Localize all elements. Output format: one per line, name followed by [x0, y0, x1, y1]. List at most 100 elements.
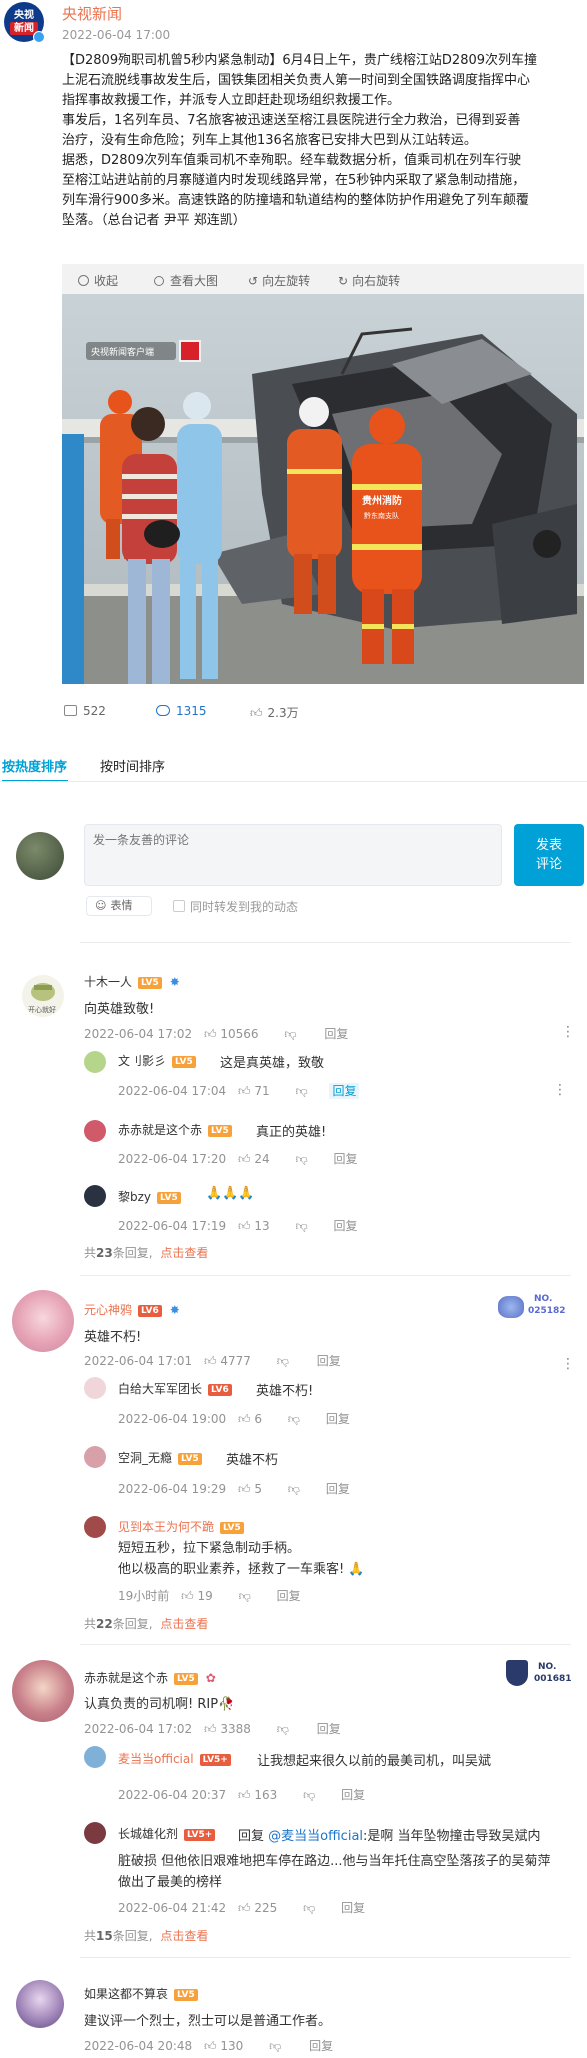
like-button[interactable]: 👍︎ 163 [238, 1788, 285, 1802]
gift-icon: ✿ [205, 1671, 216, 1685]
reply-avatar[interactable] [84, 1746, 106, 1768]
reply-avatar[interactable] [84, 1051, 106, 1073]
reply-avatar[interactable] [84, 1185, 106, 1207]
like-button[interactable]: 👍︎ 130 [204, 2039, 251, 2053]
reply-avatar[interactable] [84, 1446, 106, 1468]
reply-button[interactable]: 回复 [324, 1027, 348, 1041]
post-line: 【D2809殉职司机曾5秒内紧急制动】6月4日上午，贵广线榕江站D2809次列车… [62, 53, 538, 68]
mention-link[interactable]: @麦当当official [268, 1829, 363, 1844]
dislike-button[interactable]: 👎︎ [295, 1152, 307, 1166]
dislike-button[interactable]: 👎︎ [277, 1722, 289, 1736]
dislike-button[interactable]: 👎︎ [288, 1482, 300, 1496]
repost-checkbox[interactable] [173, 900, 185, 912]
composer-divider [80, 942, 571, 943]
commenter-name[interactable]: 元心神鸦 LV6 ✸ [84, 1301, 180, 1318]
like-button[interactable]: 👍︎ 5 [238, 1482, 270, 1496]
reply-avatar[interactable] [84, 1120, 106, 1142]
reply-button[interactable]: 回复 [309, 2039, 333, 2053]
reply-button[interactable]: 回复 [329, 1083, 360, 1099]
collapse-button[interactable]: 收起 [78, 272, 118, 289]
comment-text: 认真负责的司机啊! RIP🥀 [84, 1697, 235, 1712]
post-time: 2022-06-04 17:00 [62, 28, 171, 42]
commenter-name[interactable]: 十木一人 LV5 ✸ [84, 973, 180, 990]
level-badge: LV6 [138, 1304, 162, 1317]
commenter-avatar[interactable] [12, 1290, 74, 1352]
reply-name[interactable]: 白给大军军团长 LV6 [118, 1380, 232, 1397]
like-button[interactable]: 👍︎ 6 [238, 1412, 270, 1426]
dislike-button[interactable]: 👎︎ [295, 1219, 307, 1233]
reply-button[interactable]: 回复 [326, 1412, 350, 1426]
like-button[interactable]: 👍︎ 10566 [204, 1027, 267, 1041]
author-name[interactable]: 央视新闻 [62, 3, 122, 24]
reply-avatar[interactable] [84, 1516, 106, 1538]
reply-button[interactable]: 回复 [341, 1901, 365, 1915]
like-button[interactable]: 👍︎ 3388 [204, 1722, 259, 1736]
reply-text: 英雄不朽 [226, 1453, 279, 1468]
like-button[interactable]: 👍︎ 24 [238, 1152, 278, 1166]
dislike-button[interactable]: 👎︎ [269, 2039, 281, 2053]
vest-text: 贵州消防 [362, 494, 402, 507]
view-more-link[interactable]: 点击查看 [160, 1246, 208, 1260]
tab-hot[interactable]: 按热度排序 [2, 756, 67, 775]
reply-button[interactable]: 回复 [317, 1354, 341, 1368]
like-button[interactable]: 👍︎ 2.3万 [250, 704, 299, 721]
reply-button[interactable]: 回复 [277, 1589, 301, 1603]
reply-avatar[interactable] [84, 1822, 106, 1844]
dislike-button[interactable]: 👎︎ [303, 1901, 315, 1915]
commenter-avatar[interactable]: 开心就好 [22, 975, 64, 1017]
comment-text: 建议评一个烈士，烈士可以是普通工作者。 [84, 2014, 332, 2029]
view-large-button[interactable]: 查看大图 [154, 272, 218, 289]
reply-text: 这是真英雄，致敬 [220, 1056, 325, 1071]
emoji-button[interactable]: ☺ 表情 [86, 896, 152, 916]
reply-name[interactable]: 空洞_无瘾 LV5 [118, 1449, 202, 1466]
reply-button[interactable]: 回复 [326, 1482, 350, 1496]
reply-button[interactable]: 回复 [333, 1219, 357, 1233]
current-user-avatar[interactable] [16, 832, 64, 880]
view-more-link[interactable]: 点击查看 [160, 1929, 208, 1943]
like-button[interactable]: 👍︎ 225 [238, 1901, 285, 1915]
reply-name[interactable]: 长城雄化剂 LV5+ [118, 1825, 216, 1842]
rotate-right-button[interactable]: ↻ 向右旋转 [338, 272, 400, 289]
reply-name[interactable]: 黎bzy LV5 [118, 1188, 181, 1205]
commenter-name[interactable]: 赤赤就是这个赤 LV5 ✿ [84, 1669, 216, 1686]
post-image[interactable]: 央视新闻客户端 贵州消防 黔东南支队 [62, 294, 584, 684]
repost-button[interactable]: 522 [64, 704, 106, 718]
commenter-avatar[interactable] [12, 1660, 74, 1722]
more-options-icon[interactable]: ⋮ [561, 1025, 575, 1039]
reply-name[interactable]: 文刂影彡 LV5 [118, 1052, 196, 1069]
dislike-button[interactable]: 👎︎ [277, 1354, 289, 1368]
dislike-button[interactable]: 👎︎ [295, 1084, 307, 1098]
rotate-left-button[interactable]: ↺ 向左旋转 [248, 272, 310, 289]
like-button[interactable]: 👍︎ 4777 [204, 1354, 259, 1368]
dislike-button[interactable]: 👎︎ [284, 1027, 296, 1041]
like-button[interactable]: 👍︎ 13 [238, 1219, 278, 1233]
more-options-icon[interactable]: ⋮ [561, 1357, 575, 1371]
reply-button[interactable]: 回复 [333, 1152, 357, 1166]
reply-name[interactable]: 见到本王为何不跪 LV5 [118, 1518, 244, 1535]
dislike-button[interactable]: 👎︎ [239, 1589, 251, 1603]
reply-button[interactable]: 回复 [341, 1788, 365, 1802]
comment-input[interactable] [84, 824, 502, 886]
view-more-link[interactable]: 点击查看 [160, 1617, 208, 1631]
reply-button[interactable]: 回复 [317, 1722, 341, 1736]
comment-count-button[interactable]: 1315 [156, 704, 207, 718]
like-button[interactable]: 👍︎ 19 [181, 1589, 221, 1603]
reply-avatar[interactable] [84, 1377, 106, 1399]
dislike-button[interactable]: 👎︎ [288, 1412, 300, 1426]
like-button[interactable]: 👍︎ 71 [238, 1084, 278, 1098]
post-content: 【D2809殉职司机曾5秒内紧急制动】6月4日上午，贵广线榕江站D2809次列车… [62, 51, 584, 231]
commenter-name[interactable]: 如果这都不算哀 LV5 [84, 1985, 198, 2002]
post-line: 列车滑行900多米。高速铁路的防撞墙和轨道结构的整体防护作用避免了列车颠覆 [62, 193, 529, 208]
reply-meta: 2022-06-04 17:20 👍︎ 24 👎︎ 回复 [118, 1150, 365, 1167]
comment-time: 2022-06-04 17:02 [84, 1027, 193, 1041]
more-options-icon[interactable]: ⋮ [553, 1083, 567, 1097]
dislike-button[interactable]: 👎︎ [303, 1788, 315, 1802]
commenter-avatar[interactable] [16, 1980, 64, 2028]
post-line: 坠落。（总台记者 尹平 郑连凯） [62, 213, 246, 228]
submit-comment-button[interactable]: 发表评论 [514, 824, 584, 886]
reply-text: 让我想起来很久以前的最美司机，叫吴斌 [257, 1754, 492, 1769]
tab-time[interactable]: 按时间排序 [100, 756, 165, 775]
tabs-divider [0, 781, 587, 782]
reply-name[interactable]: 麦当当official LV5+ [118, 1750, 231, 1767]
reply-name[interactable]: 赤赤就是这个赤 LV5 [118, 1121, 232, 1138]
